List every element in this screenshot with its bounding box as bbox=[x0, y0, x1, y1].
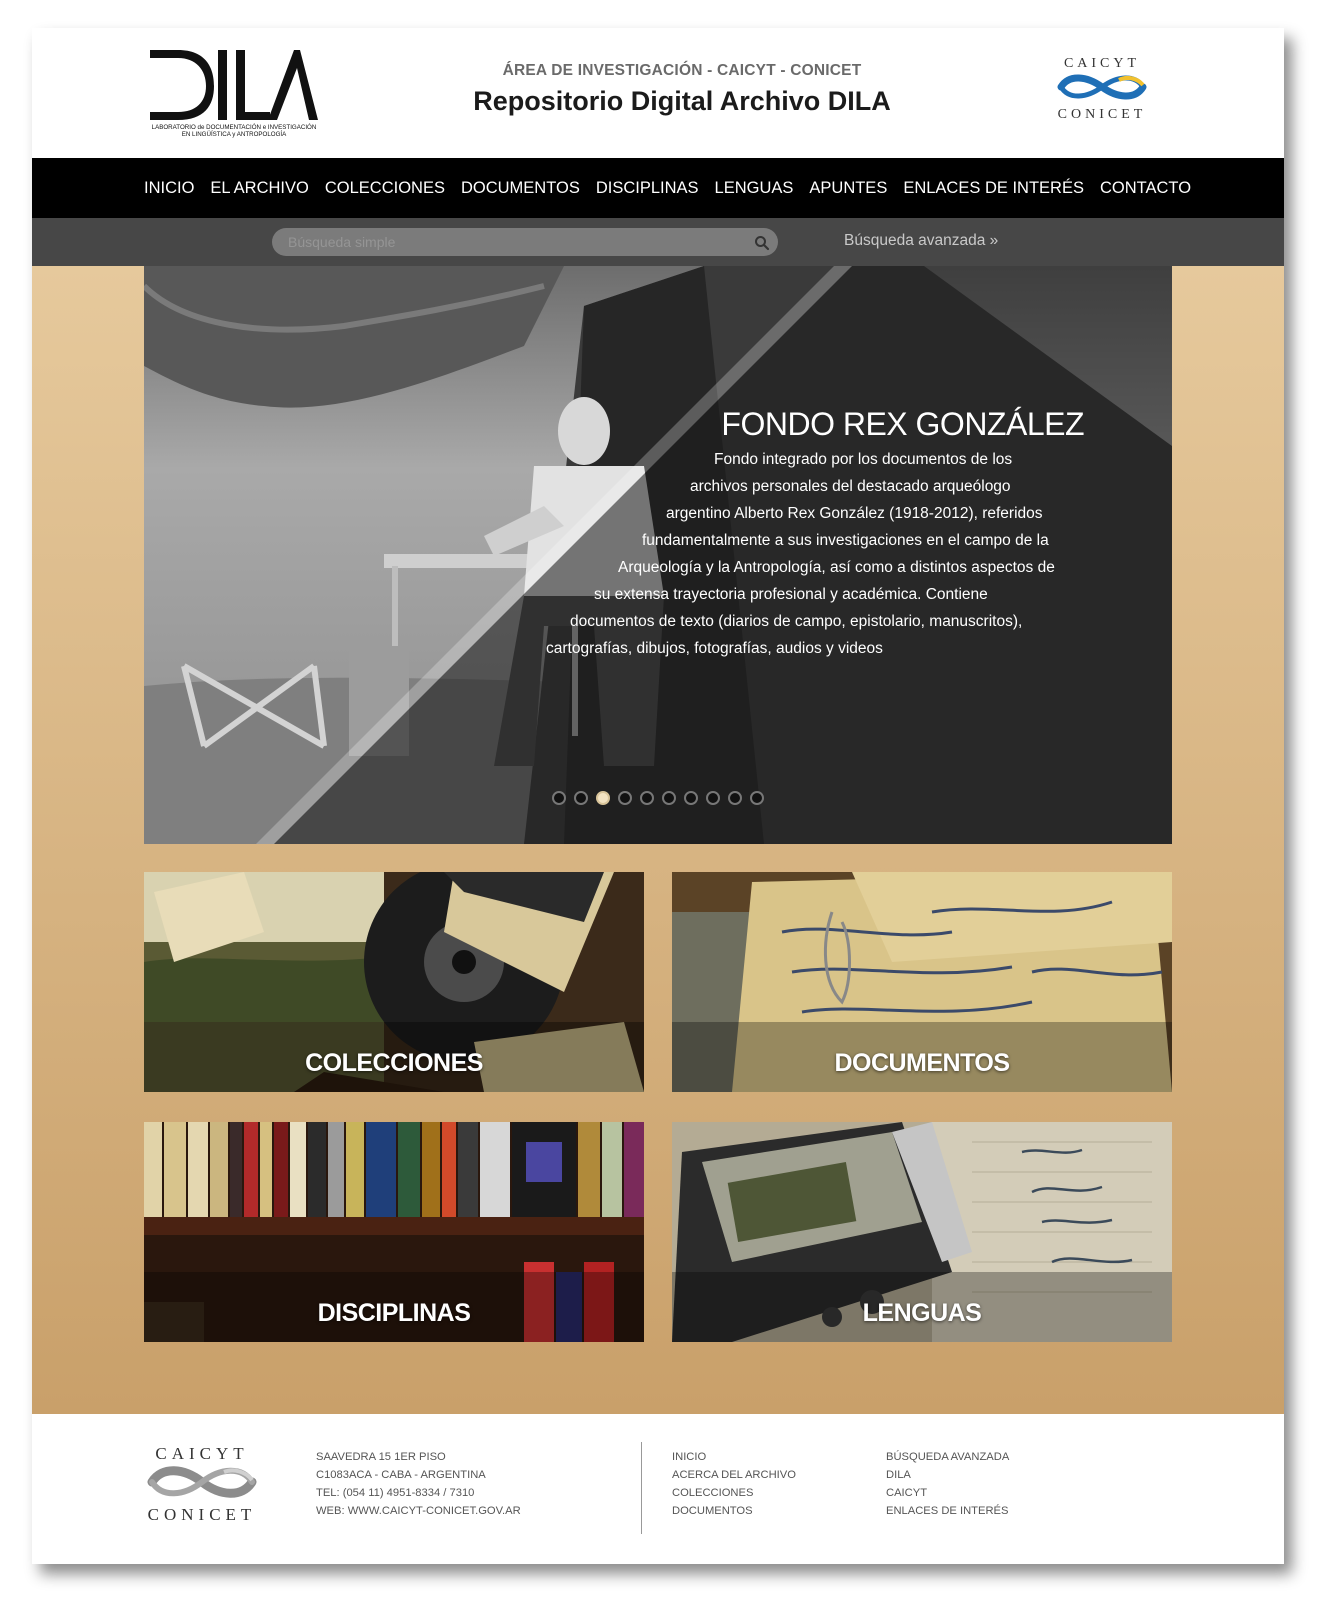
footer-link-busqueda-avanzada[interactable]: BÚSQUEDA AVANZADA bbox=[886, 1448, 1009, 1466]
main-content: FONDO REX GONZÁLEZ Fondo integrado por l… bbox=[32, 266, 1284, 1414]
tile-disciplinas[interactable]: DISCIPLINAS bbox=[144, 1122, 644, 1342]
address-line: C1083ACA - CABA - ARGENTINA bbox=[316, 1469, 486, 1481]
slider-dot[interactable] bbox=[706, 791, 720, 805]
footer-link-acerca[interactable]: ACERCA DEL ARCHIVO bbox=[672, 1466, 796, 1484]
advanced-search-link[interactable]: Búsqueda avanzada » bbox=[844, 232, 998, 250]
address-line: TEL: (054 11) 4951-8334 / 7310 bbox=[316, 1487, 475, 1499]
site-footer: CAICYT CONICET SAAVEDRA 15 1ER PISO C108… bbox=[32, 1414, 1284, 1564]
nav-item-lenguas[interactable]: LENGUAS bbox=[715, 179, 794, 198]
logo-subtitle-line2: EN LINGÜÍSTICA y ANTROPOLOGÍA bbox=[181, 131, 287, 138]
conicet-logo-bottom-text: CONICET bbox=[1057, 107, 1147, 122]
tile-lenguas[interactable]: LENGUAS bbox=[672, 1122, 1172, 1342]
nav-item-contacto[interactable]: CONTACTO bbox=[1100, 179, 1191, 198]
slider-dot[interactable] bbox=[662, 791, 676, 805]
address-web-link[interactable]: WEB: WWW.CAICYT-CONICET.GOV.AR bbox=[316, 1502, 521, 1520]
footer-link-caicyt[interactable]: CAICYT bbox=[886, 1484, 1009, 1502]
footer-address: SAAVEDRA 15 1ER PISO C1083ACA - CABA - A… bbox=[316, 1448, 521, 1520]
footer-link-dila[interactable]: DILA bbox=[886, 1466, 1009, 1484]
slide-text-line: argentino Alberto Rex González (1918-201… bbox=[666, 505, 1043, 522]
slide-title: FONDO REX GONZÁLEZ bbox=[721, 406, 1084, 442]
search-bar: Búsqueda avanzada » bbox=[32, 218, 1284, 266]
slider-dot[interactable] bbox=[574, 791, 588, 805]
address-line: SAAVEDRA 15 1ER PISO bbox=[316, 1451, 446, 1463]
slider-dot-active[interactable] bbox=[596, 791, 610, 805]
nav-item-disciplinas[interactable]: DISCIPLINAS bbox=[596, 179, 699, 198]
footer-link-colecciones[interactable]: COLECCIONES bbox=[672, 1484, 796, 1502]
slide-text-line: documentos de texto (diarios de campo, e… bbox=[570, 613, 1023, 630]
footer-infinity-icon bbox=[147, 1466, 257, 1498]
nav-item-colecciones[interactable]: COLECCIONES bbox=[325, 179, 445, 198]
footer-link-documentos[interactable]: DOCUMENTOS bbox=[672, 1502, 796, 1520]
slide-text-line: cartografías, dibujos, fotografías, audi… bbox=[546, 640, 883, 657]
tile-label: LENGUAS bbox=[862, 1299, 982, 1327]
caicyt-conicet-logo[interactable]: CAICYT CONICET bbox=[1054, 56, 1150, 123]
caicyt-logo-top-text: CAICYT bbox=[1063, 56, 1141, 71]
slide-text-line: archivos personales del destacado arqueó… bbox=[690, 478, 1011, 495]
nav-item-apuntes[interactable]: APUNTES bbox=[809, 179, 887, 198]
slider-dot[interactable] bbox=[640, 791, 654, 805]
tile-colecciones[interactable]: COLECCIONES bbox=[144, 872, 644, 1092]
slide-text-line: Fondo integrado por los documentos de lo… bbox=[714, 451, 1013, 468]
search-icon[interactable] bbox=[754, 235, 770, 251]
header-titles: ÁREA DE INVESTIGACIÓN - CAICYT - CONICET… bbox=[432, 62, 932, 117]
footer-link-inicio[interactable]: INICIO bbox=[672, 1448, 796, 1466]
tile-label: DOCUMENTOS bbox=[834, 1049, 1010, 1077]
nav-item-documentos[interactable]: DOCUMENTOS bbox=[461, 179, 580, 198]
search-input[interactable] bbox=[272, 228, 778, 256]
slider-dot[interactable] bbox=[552, 791, 566, 805]
footer-caicyt-logo[interactable]: CAICYT CONICET bbox=[144, 1444, 260, 1525]
nav-item-el-archivo[interactable]: EL ARCHIVO bbox=[210, 179, 308, 198]
caicyt-infinity-icon bbox=[1057, 74, 1147, 100]
tile-documentos[interactable]: DOCUMENTOS bbox=[672, 872, 1172, 1092]
dila-logo-mark bbox=[150, 50, 318, 120]
slider-dot[interactable] bbox=[750, 791, 764, 805]
dila-logo-subtitle: LABORATORIO de DOCUMENTACIÓN e INVESTIGA… bbox=[148, 124, 320, 138]
nav-list: INICIO EL ARCHIVO COLECCIONES DOCUMENTOS… bbox=[144, 158, 1207, 218]
slider-dot[interactable] bbox=[728, 791, 742, 805]
slider-pagination bbox=[552, 791, 772, 805]
page: LABORATORIO de DOCUMENTACIÓN e INVESTIGA… bbox=[32, 28, 1284, 1564]
slider-dot[interactable] bbox=[618, 791, 632, 805]
slide-text-line: Arqueología y la Antropología, así como … bbox=[618, 559, 1055, 576]
footer-links-col1: INICIO ACERCA DEL ARCHIVO COLECCIONES DO… bbox=[672, 1448, 796, 1520]
logo-subtitle-line1: LABORATORIO de DOCUMENTACIÓN e INVESTIGA… bbox=[151, 124, 317, 131]
main-nav: INICIO EL ARCHIVO COLECCIONES DOCUMENTOS… bbox=[32, 158, 1284, 218]
tile-label: DISCIPLINAS bbox=[317, 1299, 471, 1327]
hero-slider[interactable]: FONDO REX GONZÁLEZ Fondo integrado por l… bbox=[144, 266, 1172, 844]
slide-text-line: su extensa trayectoria profesional y aca… bbox=[594, 586, 988, 603]
footer-links-col2: BÚSQUEDA AVANZADA DILA CAICYT ENLACES DE… bbox=[886, 1448, 1009, 1520]
footer-logo-top-text: CAICYT bbox=[155, 1444, 249, 1463]
site-header: LABORATORIO de DOCUMENTACIÓN e INVESTIGA… bbox=[32, 28, 1284, 158]
nav-item-enlaces[interactable]: ENLACES DE INTERÉS bbox=[903, 179, 1084, 198]
nav-item-inicio[interactable]: INICIO bbox=[144, 179, 194, 198]
header-area: ÁREA DE INVESTIGACIÓN - CAICYT - CONICET bbox=[502, 62, 862, 79]
tile-label: COLECCIONES bbox=[305, 1049, 483, 1077]
footer-logo-bottom-text: CONICET bbox=[147, 1505, 257, 1524]
slider-dot[interactable] bbox=[684, 791, 698, 805]
footer-divider bbox=[641, 1442, 642, 1534]
footer-link-enlaces[interactable]: ENLACES DE INTERÉS bbox=[886, 1502, 1009, 1520]
slide-text-line: fundamentalmente a sus investigaciones e… bbox=[642, 532, 1049, 549]
page-title: Repositorio Digital Archivo DILA bbox=[473, 86, 891, 116]
